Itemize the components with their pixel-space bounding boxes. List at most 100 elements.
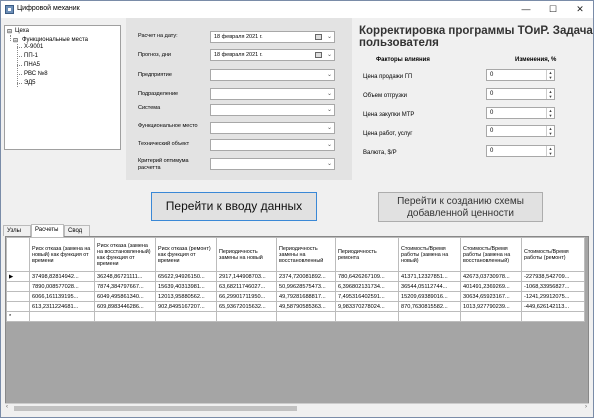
table-row[interactable]: 613,2311224681... 609,8983446286... 902,84… [6, 301, 585, 312]
table-cell[interactable] [216, 311, 277, 322]
table-cell[interactable] [155, 311, 217, 322]
tree-leaf[interactable]: ЭД5 [24, 80, 36, 86]
new-row-marker[interactable]: * [6, 311, 30, 322]
table-cell[interactable]: 401491,2369269... [460, 281, 522, 292]
table-cell[interactable]: -1068,33956827... [521, 281, 585, 292]
table-cell[interactable]: 63,68211746027... [216, 281, 277, 292]
table-cell[interactable]: 2917,144908703... [216, 271, 277, 282]
table-cell[interactable]: 36544,05112744... [398, 281, 461, 292]
column-header[interactable]: Периодичность ремонта [335, 237, 399, 272]
equipment-tree[interactable]: ⊟ Цеха ⊟ Функциональные места Х-9001 ПП-… [4, 25, 121, 150]
scroll-left-icon[interactable]: ‹ [6, 404, 8, 410]
table-cell[interactable] [460, 311, 522, 322]
factor-spinner[interactable]: 0 ▲ ▼ [486, 88, 555, 100]
table-cell[interactable] [29, 311, 95, 322]
factor-spinner[interactable]: 0 ▲ ▼ [486, 125, 555, 137]
row-header[interactable] [6, 301, 30, 312]
table-cell[interactable]: 41371,12327851... [398, 271, 461, 282]
table-cell[interactable]: 36248,86721111... [94, 271, 156, 282]
tree-leaf[interactable]: РВС №8 [24, 71, 48, 77]
column-header[interactable]: Стоимость/Время работы (ремонт) [521, 237, 585, 272]
table-cell[interactable]: -1241,29912075... [521, 291, 585, 302]
minimize-button[interactable]: — [513, 1, 539, 18]
results-grid[interactable]: Риск отказа (замена на новый) как функци… [5, 236, 589, 411]
spin-arrows-icon[interactable]: ▲ ▼ [546, 108, 554, 118]
tree-expand-icon[interactable]: ⊟ [13, 37, 18, 44]
table-cell[interactable]: -227938,542709... [521, 271, 585, 282]
table-cell[interactable]: 609,8983446286... [94, 301, 156, 312]
spin-arrows-icon[interactable]: ▲ ▼ [546, 70, 554, 80]
table-row[interactable]: ▶ 37498,82814942... 36248,86721111... 65622… [6, 271, 585, 282]
column-header[interactable]: Стоимость/Время работы (замена на новый) [398, 237, 461, 272]
table-cell[interactable]: 42673,03730978... [460, 271, 522, 282]
table-cell[interactable]: 49,79281688817... [276, 291, 336, 302]
enterprise-select[interactable]: ⌄ [210, 69, 335, 81]
table-cell[interactable]: 15639,40313981... [155, 281, 217, 292]
date-picker[interactable]: 18 февраля 2021 г. ⌄ [210, 31, 335, 43]
table-cell[interactable] [398, 311, 461, 322]
table-cell[interactable] [94, 311, 156, 322]
table-cell[interactable]: 2374,720081892... [276, 271, 336, 282]
tree-leaf[interactable]: Х-9001 [24, 44, 43, 50]
system-select[interactable]: ⌄ [210, 104, 335, 116]
maximize-button[interactable]: ☐ [540, 1, 566, 18]
spin-arrows-icon[interactable]: ▲ ▼ [546, 126, 554, 136]
row-header[interactable]: ▶ [6, 271, 30, 282]
spin-arrows-icon[interactable]: ▲ ▼ [546, 89, 554, 99]
factor-spinner[interactable]: 0 ▲ ▼ [486, 145, 555, 157]
table-cell[interactable]: 65622,94926150... [155, 271, 217, 282]
table-cell[interactable] [276, 311, 336, 322]
tree-node-functional-places[interactable]: Функциональные места [22, 37, 88, 43]
column-header[interactable]: Стоимость/Время работы (замена на восста… [460, 237, 522, 272]
table-cell[interactable]: 30634,65923167... [460, 291, 522, 302]
tree-expand-icon[interactable]: ⊟ [7, 28, 12, 35]
table-cell[interactable]: 66,29901711950... [216, 291, 277, 302]
table-cell[interactable] [521, 311, 585, 322]
factor-spinner[interactable]: 0 ▲ ▼ [486, 107, 555, 119]
table-cell[interactable]: 780,6426267109... [335, 271, 399, 282]
criterion-select[interactable]: ⌄ [210, 158, 335, 170]
table-cell[interactable]: 65,93672015632... [216, 301, 277, 312]
tree-leaf[interactable]: ПНА5 [24, 62, 40, 68]
row-header[interactable] [6, 281, 30, 292]
table-cell[interactable]: 12013,95880562... [155, 291, 217, 302]
division-select[interactable]: ⌄ [210, 88, 335, 100]
table-cell[interactable]: 37498,82814942... [29, 271, 95, 282]
row-header[interactable] [6, 291, 30, 302]
column-header[interactable]: Периодичность замены на новый [216, 237, 277, 272]
tree-node-root[interactable]: Цеха [15, 28, 29, 34]
tech-object-select[interactable]: ⌄ [210, 139, 335, 151]
forecast-picker[interactable]: 18 февраля 2021 г. ⌄ [210, 49, 335, 61]
table-cell[interactable]: 902,8495167207... [155, 301, 217, 312]
go-scheme-button[interactable]: Перейти к созданию схемы добавленной цен… [378, 192, 543, 222]
tree-leaf[interactable]: ПП-1 [24, 53, 38, 59]
table-cell[interactable]: 9,983370278024... [335, 301, 399, 312]
spin-arrows-icon[interactable]: ▲ ▼ [546, 146, 554, 156]
factor-spinner[interactable]: 0 ▲ ▼ [486, 69, 555, 81]
table-cell[interactable]: 6066,161139195... [29, 291, 95, 302]
column-header[interactable]: Риск отказа (замена на новый) как функци… [29, 237, 95, 272]
table-cell[interactable]: 7,495316402591... [335, 291, 399, 302]
column-header[interactable]: Риск отказа (замена на восстановленный) … [94, 237, 156, 272]
table-row[interactable]: 6066,161139195... 6049,495861340... 12013,… [6, 291, 585, 302]
table-cell[interactable]: 15209,69389016... [398, 291, 461, 302]
table-row[interactable]: 7890,008577028... 7874,384797667... 15639,… [6, 281, 585, 292]
table-cell[interactable]: 50,99628575473... [276, 281, 336, 292]
tab-nodes[interactable]: Узлы [3, 225, 31, 236]
table-cell[interactable]: 613,2311224681... [29, 301, 95, 312]
table-cell[interactable]: -449,626142113... [521, 301, 585, 312]
table-cell[interactable]: 49,58790585363... [276, 301, 336, 312]
column-header[interactable]: Риск отказа (ремонт) как функция от врем… [155, 237, 217, 272]
table-cell[interactable]: 870,7630815582... [398, 301, 461, 312]
func-place-select[interactable]: ⌄ [210, 122, 335, 134]
table-cell[interactable]: 1013,927790239... [460, 301, 522, 312]
table-cell[interactable]: 6049,495861340... [94, 291, 156, 302]
column-header[interactable]: Периодичность замены на восстановленный [276, 237, 336, 272]
table-cell[interactable]: 6,396802131734... [335, 281, 399, 292]
tab-calculations[interactable]: Расчеты [31, 224, 64, 237]
tab-summary[interactable]: Свод [64, 225, 90, 236]
scrollbar-thumb[interactable] [14, 406, 297, 411]
scroll-right-icon[interactable]: › [585, 404, 587, 410]
go-input-button[interactable]: Перейти к вводу данных [151, 192, 317, 221]
close-button[interactable]: ✕ [567, 1, 593, 18]
